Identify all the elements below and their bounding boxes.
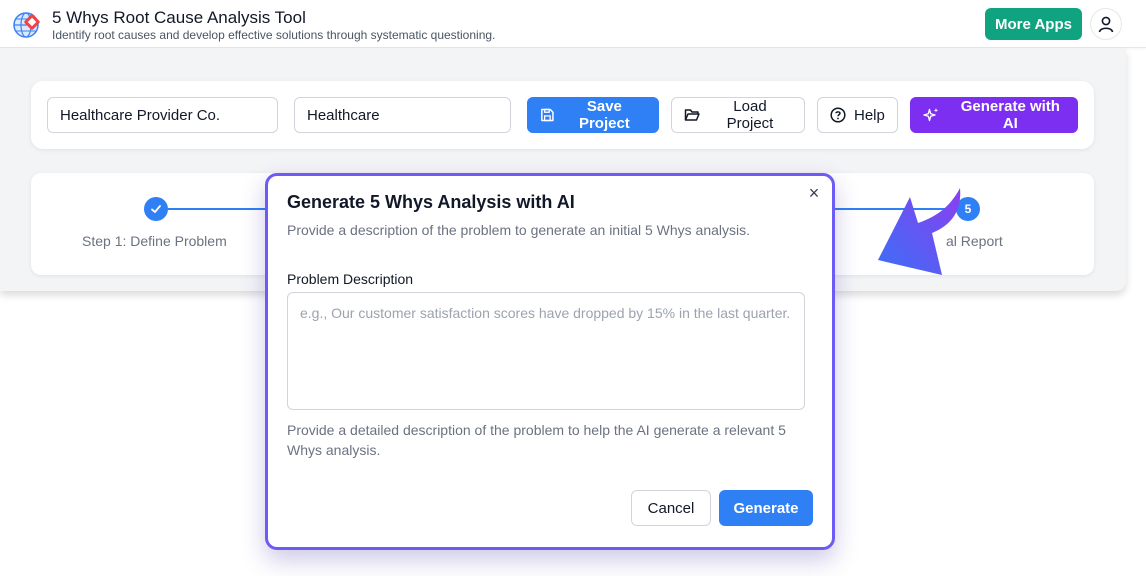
check-icon bbox=[151, 205, 161, 213]
cancel-button[interactable]: Cancel bbox=[631, 490, 711, 526]
save-project-button[interactable]: Save Project bbox=[527, 97, 659, 133]
user-avatar-button[interactable] bbox=[1090, 8, 1122, 40]
help-label: Help bbox=[854, 106, 885, 124]
save-icon bbox=[541, 108, 554, 122]
generate-with-ai-label: Generate with AI bbox=[960, 98, 1060, 132]
generate-with-ai-button[interactable]: Generate with AI bbox=[910, 97, 1078, 133]
help-button[interactable]: Help bbox=[817, 97, 898, 133]
modal-title: Generate 5 Whys Analysis with AI bbox=[287, 192, 575, 212]
load-project-label: Load Project bbox=[726, 98, 774, 132]
folder-open-icon bbox=[684, 109, 700, 121]
app-subtitle: Identify root causes and develop effecti… bbox=[52, 28, 496, 42]
more-apps-button[interactable]: More Apps bbox=[985, 8, 1082, 40]
load-project-button[interactable]: Load Project bbox=[671, 97, 805, 133]
help-circle-icon bbox=[830, 107, 846, 123]
problem-description-help: Provide a detailed description of the pr… bbox=[287, 422, 786, 458]
generate-button[interactable]: Generate bbox=[719, 490, 813, 526]
sparkles-icon bbox=[923, 108, 939, 122]
problem-description-input[interactable] bbox=[287, 292, 805, 410]
step-1-indicator[interactable] bbox=[144, 197, 168, 221]
app-title: 5 Whys Root Cause Analysis Tool bbox=[52, 8, 306, 27]
ai-generate-modal: × Generate 5 Whys Analysis with AI Provi… bbox=[265, 173, 835, 550]
app-header: 5 Whys Root Cause Analysis Tool Identify… bbox=[0, 0, 1146, 48]
close-icon[interactable]: × bbox=[805, 184, 823, 202]
industry-input[interactable] bbox=[294, 97, 511, 133]
problem-description-label: Problem Description bbox=[287, 271, 414, 287]
user-icon bbox=[1098, 16, 1114, 33]
pointer-arrow-icon bbox=[878, 188, 961, 275]
globe-logo-icon bbox=[13, 12, 40, 38]
save-project-label: Save Project bbox=[578, 98, 630, 132]
company-name-input[interactable] bbox=[47, 97, 278, 133]
step-1-label: Step 1: Define Problem bbox=[82, 233, 227, 249]
modal-subtitle: Provide a description of the problem to … bbox=[287, 222, 751, 238]
